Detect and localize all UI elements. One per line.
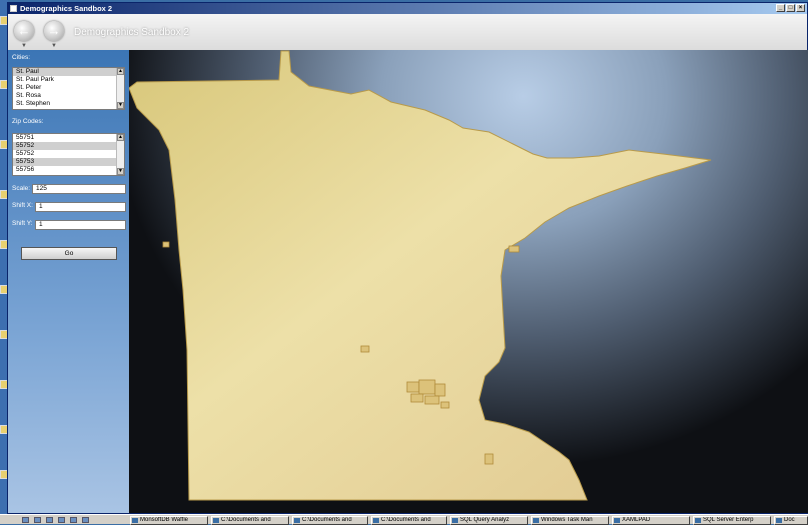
zip-region[interactable]: [508, 245, 520, 253]
taskbar: MonsoftDB Waffle C:\Documents and C:\Doc…: [0, 514, 808, 525]
cities-label: Cities:: [12, 54, 31, 61]
shift-x-label: Shift X:: [12, 202, 33, 209]
list-item[interactable]: St. Peter: [13, 84, 124, 92]
taskbar-item-label: MonsoftDB Waffle: [140, 517, 189, 523]
maximize-button[interactable]: □: [786, 4, 795, 12]
back-arrow-icon[interactable]: ←: [14, 21, 34, 41]
taskbar-item-label: C:\Documents and: [381, 517, 431, 523]
quicklaunch-icon[interactable]: [58, 517, 65, 523]
chevron-down-icon[interactable]: ▼: [51, 43, 57, 49]
zip-region[interactable]: [406, 381, 420, 393]
zip-region[interactable]: [410, 393, 424, 403]
zip-region[interactable]: [360, 345, 370, 353]
quicklaunch-icon[interactable]: [46, 517, 53, 523]
zip-region[interactable]: [484, 453, 494, 465]
list-item[interactable]: St. Stephen: [13, 100, 124, 108]
quicklaunch-icon[interactable]: [82, 517, 89, 523]
map-svg: [129, 50, 712, 501]
map-canvas[interactable]: [129, 50, 808, 513]
database-icon: [695, 518, 701, 523]
zip-codes-listbox[interactable]: 55751 55752 55752 55753 55756 ▲ ▼: [12, 133, 125, 176]
zip-region[interactable]: [424, 395, 440, 405]
minimize-button[interactable]: _: [776, 4, 785, 12]
zip-codes-label: Zip Codes:: [12, 118, 44, 125]
list-item[interactable]: 55752: [13, 150, 124, 158]
list-item[interactable]: St. Rosa: [13, 92, 124, 100]
folder-icon: [294, 518, 300, 523]
page-title: Demographics Sandbox 2: [74, 27, 190, 38]
database-icon: [452, 518, 458, 523]
taskbar-item-label: SQL Server Enterp: [703, 517, 754, 523]
scroll-down-icon[interactable]: ▼: [117, 102, 124, 109]
taskbar-item-label: XAMLPAD: [622, 517, 651, 523]
list-item[interactable]: 55751: [13, 134, 124, 142]
list-item[interactable]: St. Paul: [13, 68, 124, 76]
zip-region[interactable]: [434, 383, 446, 397]
quicklaunch-icon[interactable]: [22, 517, 29, 523]
app-icon: [132, 518, 138, 523]
document-icon: [776, 518, 782, 523]
control-panel: Cities: St. Paul St. Paul Park St. Peter…: [8, 50, 129, 513]
folder-icon: [213, 518, 219, 523]
navigation-bar: ← ▼ → ▼ Demographics Sandbox 2: [8, 14, 807, 50]
taskbar-item-label: C:\Documents and: [221, 517, 271, 523]
list-item[interactable]: 55756: [13, 166, 124, 174]
list-item[interactable]: St. Paul Park: [13, 76, 124, 84]
quicklaunch-icon[interactable]: [34, 517, 41, 523]
forward-arrow-icon[interactable]: →: [44, 21, 64, 41]
app-icon: [614, 518, 620, 523]
folder-icon: [373, 518, 379, 523]
zip-region[interactable]: [440, 401, 450, 409]
shift-x-input[interactable]: 1: [35, 202, 126, 212]
taskbar-item-label: Doc: [784, 517, 795, 523]
app-icon: [10, 5, 17, 12]
taskbar-item-label: C:\Documents and: [302, 517, 352, 523]
scrollbar[interactable]: ▲ ▼: [116, 134, 124, 175]
scale-input[interactable]: 125: [32, 184, 126, 194]
zip-region[interactable]: [162, 241, 170, 248]
go-button[interactable]: Go: [21, 247, 117, 260]
taskbar-item-label: SQL Query Analyz: [460, 517, 510, 523]
cities-listbox[interactable]: St. Paul St. Paul Park St. Peter St. Ros…: [12, 67, 125, 110]
shift-y-input[interactable]: 1: [35, 220, 126, 230]
window-title: Demographics Sandbox 2: [20, 4, 113, 13]
chevron-down-icon[interactable]: ▼: [21, 43, 27, 49]
zip-region[interactable]: [418, 379, 436, 395]
task-manager-icon: [533, 518, 539, 523]
scroll-up-icon[interactable]: ▲: [117, 68, 124, 75]
scroll-up-icon[interactable]: ▲: [117, 134, 124, 141]
shift-y-label: Shift Y:: [12, 220, 33, 227]
scrollbar[interactable]: ▲ ▼: [116, 68, 124, 109]
quicklaunch-icon[interactable]: [70, 517, 77, 523]
state-outline: [129, 50, 712, 501]
close-button[interactable]: ×: [796, 4, 805, 12]
title-bar[interactable]: Demographics Sandbox 2 _ □ ×: [8, 3, 807, 14]
scroll-down-icon[interactable]: ▼: [117, 168, 124, 175]
taskbar-item-label: Windows Task Man: [541, 517, 593, 523]
scale-label: Scale:: [12, 185, 31, 192]
app-window: Demographics Sandbox 2 _ □ × ← ▼ → ▼ Dem…: [7, 2, 808, 514]
list-item[interactable]: 55753: [13, 158, 124, 166]
list-item[interactable]: 55752: [13, 142, 124, 150]
